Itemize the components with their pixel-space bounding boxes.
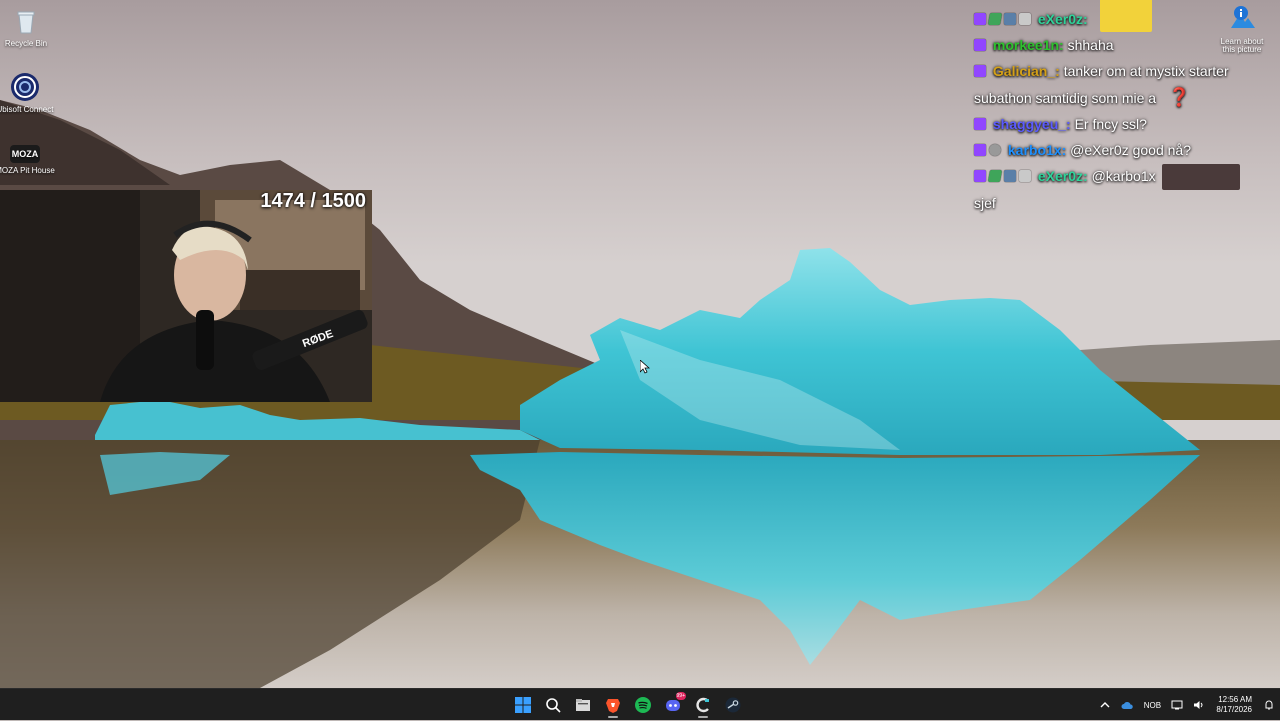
bits-badge-icon [989,144,1001,156]
twitch-badge-icon [974,39,986,51]
twitch-badge-icon [974,65,986,77]
onedrive-tray-button[interactable] [1116,689,1138,721]
speaker-icon [1194,701,1203,709]
chat-text: @karbo1x [1091,168,1156,184]
chat-text: sjef [974,195,996,212]
chat-username: Galician_: [992,63,1060,79]
chat-username: eXer0z: [1037,168,1088,184]
subscriber-badge-icon [1004,170,1016,182]
twitch-badge-icon [974,144,986,156]
windows-icon [515,697,531,713]
chat-message: shaggyeu_: Er fncy ssl? [974,111,1264,137]
gift-badge-icon [1019,170,1031,182]
chat-text: Er fncy ssl? [1074,116,1147,132]
moza-logo-text: MOZA [11,149,39,159]
network-icon [1171,700,1183,710]
steam-button[interactable] [718,691,748,719]
chat-username: eXer0z: [1037,11,1088,27]
clock-date: 8/17/2026 [1216,705,1252,714]
question-emote-icon: ❓ [1167,87,1191,107]
twitch-badge-icon [974,170,986,182]
start-button[interactable] [508,691,538,719]
taskbar-apps: 99+ [508,691,748,719]
chat-text: @eXer0z good nå? [1070,142,1191,158]
notifications-button[interactable] [1258,689,1280,721]
screenshot-emote-icon [1161,164,1240,191]
system-tray: NOB 12:56 AM 8/17/2026 [1094,689,1280,721]
twitch-badge-icon [974,13,986,25]
stream-chat-overlay: eXer0z: morkee1n: shhaha Galician_: tank… [974,0,1264,216]
ccleaner-icon [696,697,709,713]
ubisoft-connect-icon [10,72,40,102]
cloud-icon [1121,702,1134,709]
minion-emote-icon [1100,0,1152,32]
volume-button[interactable] [1188,689,1210,721]
chat-username: karbo1x: [1007,142,1067,158]
chat-message: morkee1n: shhaha [974,32,1264,58]
tray-overflow-button[interactable] [1094,689,1116,721]
folder-icon [576,699,590,711]
desktop-icon-recycle-bin[interactable]: Recycle Bin [0,6,56,48]
sub-goal-counter: 1474 / 1500 [260,190,366,212]
taskbar: 99+ NOB 12:56 AM 8/17/2026 [0,688,1280,720]
chat-message: karbo1x: @eXer0z good nå? [974,137,1264,163]
moderator-badge-icon [987,170,1003,182]
webcam-overlay: RØDE 1474 / 1500 [0,190,372,402]
search-button[interactable] [538,691,568,719]
spotify-icon [635,697,651,713]
subscriber-badge-icon [1004,13,1016,25]
moza-pit-house-icon: MOZA [10,145,40,163]
recycle-bin-icon [11,6,41,36]
chat-text: shhaha [1067,37,1114,53]
brave-button[interactable] [598,691,628,719]
chat-username: shaggyeu_: [992,116,1071,132]
twitch-badge-icon [974,118,986,130]
network-button[interactable] [1166,689,1188,721]
brave-icon [606,699,620,713]
chat-message: Galician_: tanker om at mystix starter s… [974,58,1264,111]
moderator-badge-icon [987,13,1003,25]
desktop-icon-label: Recycle Bin [4,39,48,48]
clock-button[interactable]: 12:56 AM 8/17/2026 [1210,695,1258,715]
bell-icon [1265,700,1273,710]
clock-time: 12:56 AM [1218,695,1252,704]
desktop-icon-label: MOZA Pit House [0,166,55,175]
chevron-up-icon [1100,702,1110,708]
chat-username: morkee1n: [992,37,1064,53]
spotify-button[interactable] [628,691,658,719]
chat-message: eXer0z: @karbo1x sjef [974,163,1264,216]
desktop-icon-ubisoft-connect[interactable]: Ubisoft Connect [0,72,55,114]
file-explorer-button[interactable] [568,691,598,719]
discord-notification-badge: 99+ [675,692,686,700]
chat-message: eXer0z: [974,0,1264,32]
steam-icon [725,697,741,713]
desktop-icon-moza-pit-house[interactable]: MOZA MOZA Pit House [0,145,55,175]
search-icon [546,698,561,713]
mouse-cursor-icon [639,359,651,379]
discord-button[interactable]: 99+ [658,691,688,719]
language-code: NOB [1143,700,1162,710]
language-indicator[interactable]: NOB [1138,689,1166,721]
ccleaner-button[interactable] [688,691,718,719]
desktop-icon-label: Ubisoft Connect [0,105,54,114]
gift-badge-icon [1019,13,1031,25]
